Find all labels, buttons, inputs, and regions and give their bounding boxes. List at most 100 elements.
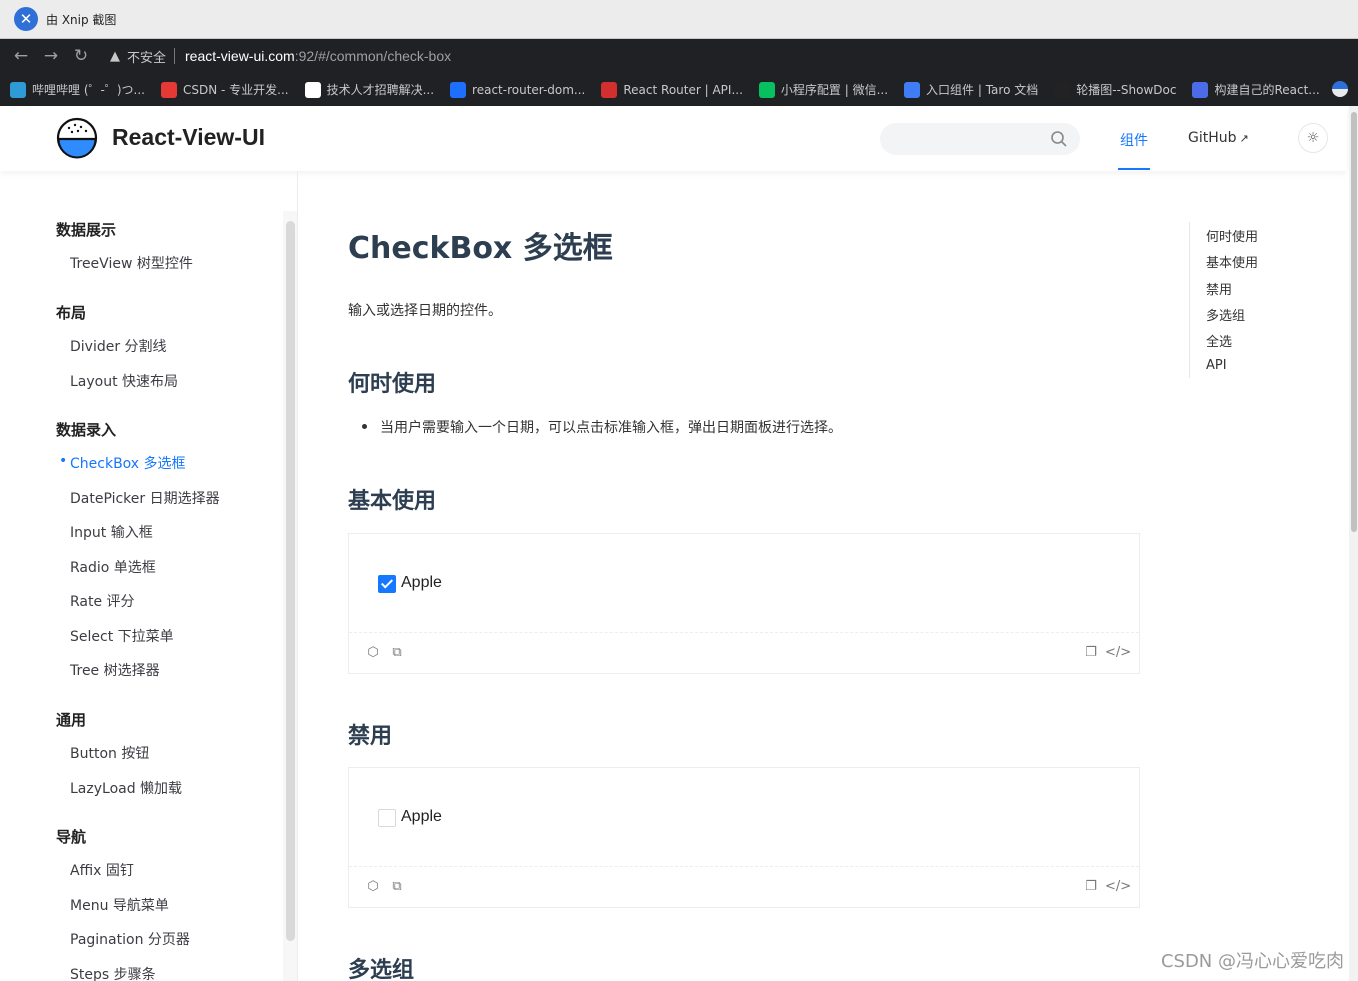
forward-arrow-icon[interactable]: →: [36, 46, 66, 66]
sidebar-item[interactable]: TreeView 树型控件: [70, 253, 193, 273]
demo-actions: ⬡ ⧉ ❐ </>: [349, 867, 1139, 907]
nav-link-components[interactable]: 组件: [1120, 130, 1148, 150]
demo-preview: Apple: [349, 768, 1139, 867]
sidebar-nav: 数据展示 TreeView 树型控件布局 Divider 分割线 Layout 快速布…: [0, 171, 298, 981]
when-to-use-text: 当用户需要输入一个日期，可以点击标准输入框，弹出日期面板进行选择。: [380, 420, 842, 436]
bookmark-label: 构建自己的React...: [1214, 83, 1320, 97]
bookmark-item[interactable]: 入口组件 | Taro 文档: [904, 81, 1038, 98]
codesandbox-icon[interactable]: ⬡: [365, 645, 381, 661]
bookmark-item[interactable]: 小程序配置 | 微信...: [758, 81, 889, 98]
nav-link-github[interactable]: GitHub ↗: [1188, 130, 1249, 146]
page-title: CheckBox 多选框: [348, 231, 613, 266]
sidebar-item[interactable]: Divider 分割线: [70, 336, 167, 356]
theme-toggle-sun-icon[interactable]: ☼: [1298, 123, 1328, 153]
taro-icon: [904, 81, 921, 98]
bookmark-item[interactable]: react-router-dom...: [450, 81, 586, 98]
bookmark-item[interactable]: 构建自己的React...: [1192, 81, 1320, 98]
toc-link[interactable]: 禁用: [1206, 279, 1232, 298]
address-bar-url[interactable]: react-view-ui.com:92/#/common/check-box: [185, 48, 451, 64]
sidebar-item[interactable]: Pagination 分页器: [70, 929, 190, 949]
demo-basic: Apple ⬡ ⧉ ❐ </>: [348, 533, 1140, 674]
toc-link[interactable]: 基本使用: [1206, 252, 1258, 271]
sidebar-item[interactable]: Steps 步骤条: [70, 964, 156, 981]
checkbox-label[interactable]: Apple: [401, 574, 442, 592]
sidebar-item[interactable]: Radio 单选框: [70, 557, 156, 577]
copy-icon[interactable]: ❐: [1083, 645, 1099, 661]
toc-link[interactable]: 全选: [1206, 331, 1232, 350]
demo-disabled: Apple ⬡ ⧉ ❐ </>: [348, 767, 1140, 908]
sidebar-group-title: 布局: [56, 304, 87, 322]
open-external-icon[interactable]: ⧉: [389, 879, 405, 895]
bookmark-label: 小程序配置 | 微信...: [780, 83, 889, 97]
os-titlebar: ✕ 由 Xnip 截图: [0, 0, 1358, 39]
sidebar-item[interactable]: Tree 树选择器: [70, 660, 160, 680]
bookmark-label: react-router-dom...: [472, 82, 586, 97]
sidebar-item[interactable]: Input 输入框: [70, 522, 153, 542]
bookmark-label: 哔哩哔哩 (゜-゜)つ...: [32, 83, 145, 97]
demo-actions: ⬡ ⧉ ❐ </>: [349, 633, 1139, 673]
heading-when-to-use: 何时使用: [348, 372, 437, 397]
insecure-label: 不安全: [127, 50, 167, 66]
sidebar-item[interactable]: LazyLoad 懒加载: [70, 778, 182, 798]
tv-icon: [10, 81, 26, 98]
copy-icon[interactable]: ❐: [1083, 879, 1099, 895]
sidebar-item[interactable]: Layout 快速布局: [70, 371, 178, 391]
sidebar-group-title: 数据展示: [56, 221, 117, 239]
checkbox-checked[interactable]: [378, 575, 396, 593]
active-dot-icon: •: [59, 453, 68, 469]
bullet-dot: [362, 424, 367, 429]
rice-bowl-logo-icon[interactable]: [56, 117, 98, 159]
heading-disabled: 禁用: [348, 724, 393, 749]
nav-active-underline: [1118, 168, 1150, 170]
react-router-icon: [601, 81, 618, 98]
bookmark-item[interactable]: 轮播图--ShowDoc: [1054, 81, 1176, 98]
bookmark-item[interactable]: 哔哩哔哩 (゜-゜)つ...: [10, 81, 145, 98]
toc-link[interactable]: 多选组: [1206, 305, 1245, 324]
sidebar-item[interactable]: Menu 导航菜单: [70, 895, 169, 915]
bookmark-item[interactable]: 技术人才招聘解决...: [304, 81, 435, 98]
page-scrollbar[interactable]: [1351, 112, 1357, 532]
zhihu-icon: [450, 81, 467, 98]
bookmark-label: React Router | API...: [623, 82, 743, 97]
browser-toolbar: ← → ↻ ▲ 不安全 react-view-ui.com:92/#/commo…: [0, 39, 1358, 73]
bookmark-label: CSDN - 专业开发...: [182, 83, 289, 97]
site-header: React-View-UI 组件 GitHub ↗ ☼: [0, 106, 1347, 171]
bookmark-label: 轮播图--ShowDoc: [1076, 83, 1177, 97]
showdoc-icon: [1054, 81, 1071, 98]
wechat-icon: [758, 81, 775, 98]
sidebar-item[interactable]: Affix 固钉: [70, 860, 134, 880]
sidebar-item[interactable]: DatePicker 日期选择器: [70, 488, 220, 508]
site-title[interactable]: React-View-UI: [112, 124, 265, 151]
watermark: CSDN @冯心心爱吃肉: [1160, 951, 1344, 972]
codesandbox-icon[interactable]: ⬡: [365, 879, 381, 895]
heading-checkbox-group: 多选组: [348, 958, 415, 981]
sidebar-item[interactable]: Button 按钮: [70, 743, 149, 763]
github-label: GitHub: [1188, 130, 1237, 146]
toc-link[interactable]: API: [1206, 358, 1227, 373]
open-external-icon[interactable]: ⧉: [389, 645, 405, 661]
bookmark-item[interactable]: React Router | API...: [601, 81, 743, 98]
sidebar-scrollbar[interactable]: [286, 221, 295, 941]
recruit-icon: [304, 81, 321, 98]
sidebar-item[interactable]: Rate 评分: [70, 591, 135, 611]
security-indicator[interactable]: ▲ 不安全: [110, 47, 185, 66]
os-title: 由 Xnip 截图: [46, 12, 117, 27]
url-host: react-view-ui.com: [185, 48, 295, 64]
bookmark-overflow-icon[interactable]: [1332, 81, 1348, 97]
search-input[interactable]: [880, 123, 1080, 155]
back-arrow-icon[interactable]: ←: [6, 46, 36, 66]
toc-link[interactable]: 何时使用: [1206, 226, 1258, 245]
csdn-icon: [160, 81, 177, 98]
code-icon[interactable]: </>: [1105, 645, 1131, 661]
sidebar-item[interactable]: CheckBox 多选框: [70, 453, 186, 473]
xnip-logo-icon: ✕: [14, 7, 38, 31]
check-mark-icon: [380, 576, 394, 589]
divider: [174, 48, 176, 64]
code-icon[interactable]: </>: [1105, 879, 1131, 895]
bookmark-label: 技术人才招聘解决...: [326, 83, 435, 97]
bookmark-label: 入口组件 | Taro 文档: [926, 83, 1039, 97]
heading-basic-usage: 基本使用: [348, 489, 437, 514]
sidebar-item[interactable]: Select 下拉菜单: [70, 626, 174, 646]
reload-icon[interactable]: ↻: [66, 46, 96, 66]
bookmark-item[interactable]: CSDN - 专业开发...: [160, 81, 289, 98]
